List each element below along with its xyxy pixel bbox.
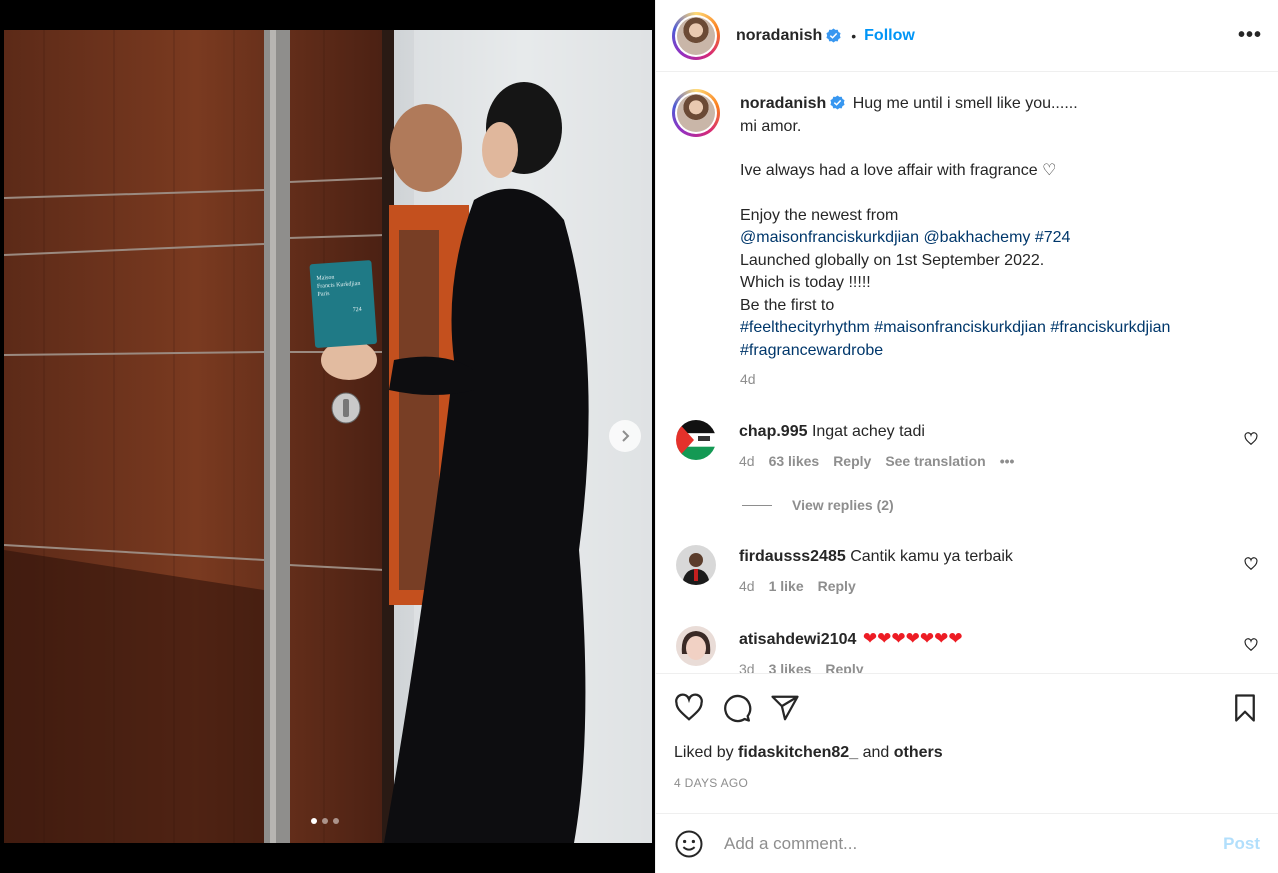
caption-username[interactable]: noradanish — [740, 95, 826, 112]
caption-verified-badge-icon — [830, 95, 845, 110]
comment-time[interactable]: 4d — [739, 453, 755, 469]
liked-by-others[interactable]: others — [894, 744, 943, 761]
more-options-button[interactable]: ••• — [1238, 24, 1262, 47]
carousel-indicator — [311, 818, 339, 824]
post-photo[interactable]: Maison Francis Kurkdjian Paris 724 — [4, 30, 652, 843]
hashtag-724[interactable]: #724 — [1035, 229, 1071, 246]
caption-line-6: Launched globally on 1st September 2022. — [740, 251, 1045, 269]
comment-time[interactable]: 4d — [739, 578, 755, 594]
person-avatar — [676, 626, 716, 666]
add-comment-bar: Post — [656, 813, 1278, 873]
hashtag-feelthecityrhythm[interactable]: #feelthecityrhythm — [740, 319, 870, 336]
post-actions: Liked by fidaskitchen82_ and others 4 DA… — [656, 673, 1278, 790]
svg-text:Paris: Paris — [317, 291, 330, 298]
caption-line-4: Enjoy the newest from — [740, 206, 899, 224]
liked-by-prefix: Liked by — [674, 744, 734, 761]
caption-line-8: Be the first to — [740, 296, 835, 314]
post-comment-button[interactable]: Post — [1223, 834, 1260, 854]
post-header: noradanish • Follow ••• — [656, 0, 1278, 72]
svg-text:724: 724 — [353, 307, 362, 314]
palestine-flag-avatar — [676, 420, 716, 460]
comment-text: Cantik kamu ya terbaik — [850, 548, 1013, 565]
mention-bakhachemy[interactable]: @bakhachemy — [923, 229, 1030, 246]
emoji-icon[interactable] — [674, 829, 704, 859]
comment-item: firdausss2485 Cantik kamu ya terbaik 4d … — [676, 545, 1266, 594]
bookmark-icon[interactable] — [1230, 693, 1260, 723]
post-caption: noradanish Hug me until i smell like you… — [656, 73, 1278, 391]
like-heart-icon[interactable] — [674, 693, 704, 723]
comment-text: Ingat achey tadi — [811, 423, 925, 440]
carousel-dot-2 — [322, 818, 328, 824]
author-avatar[interactable] — [672, 11, 720, 60]
chevron-right-icon — [622, 430, 630, 442]
hashtag-maisonfranciskurkdjian[interactable]: #maisonfranciskurkdjian — [874, 319, 1046, 336]
author-username[interactable]: noradanish — [736, 27, 822, 45]
comment-reply-button[interactable]: Reply — [818, 578, 856, 594]
comment-input[interactable] — [724, 833, 1224, 854]
comment-item: atisahdewi2104 ❤❤❤❤❤❤❤ 3d 3 likes Reply — [676, 626, 1266, 673]
liked-by-user[interactable]: fidaskitchen82_ — [738, 744, 858, 761]
comment-text: ❤❤❤❤❤❤❤ — [861, 629, 963, 648]
comment-likes[interactable]: 3 likes — [769, 661, 812, 673]
liked-by: Liked by fidaskitchen82_ and others — [674, 744, 1260, 762]
header-separator: • — [851, 27, 857, 44]
caption-line-1: Hug me until i smell like you...... — [852, 95, 1078, 112]
view-replies-label: View replies (2) — [792, 497, 894, 513]
liked-by-and: and — [862, 744, 890, 761]
comment-like-heart-icon[interactable] — [1244, 432, 1258, 446]
share-paper-plane-icon[interactable] — [770, 693, 800, 723]
comment-username[interactable]: atisahdewi2104 — [739, 631, 856, 648]
comment-avatar[interactable] — [676, 420, 716, 460]
comment-username[interactable]: chap.995 — [739, 423, 807, 440]
carousel-dot-3 — [333, 818, 339, 824]
comment-item: chap.995 Ingat achey tadi 4d 63 likes Re… — [676, 420, 1266, 469]
caption-avatar[interactable] — [672, 89, 720, 137]
comment-username[interactable]: firdausss2485 — [739, 548, 846, 565]
carousel-dot-1 — [311, 818, 317, 824]
comment-like-heart-icon[interactable] — [1244, 638, 1258, 652]
see-translation-button[interactable]: See translation — [885, 453, 985, 469]
hashtag-franciskurkdjian[interactable]: #franciskurkdjian — [1050, 319, 1170, 336]
mention-maisonfranciskurkdjian[interactable]: @maisonfranciskurkdjian — [740, 229, 919, 246]
caption-line-3: Ive always had a love affair with fragra… — [740, 162, 1057, 179]
comment-avatar[interactable] — [676, 626, 716, 666]
caption-line-2: mi amor. — [740, 117, 802, 135]
verified-badge-icon — [826, 28, 841, 43]
comment-bubble-icon[interactable] — [722, 693, 752, 723]
hearts-emoji: ❤❤❤❤❤❤❤ — [862, 629, 963, 648]
post-media: Maison Francis Kurkdjian Paris 724 — [0, 0, 655, 873]
comments-area[interactable]: noradanish Hug me until i smell like you… — [656, 73, 1278, 673]
next-photo-button[interactable] — [609, 420, 641, 452]
comment-time[interactable]: 3d — [739, 661, 755, 673]
comment-like-heart-icon[interactable] — [1244, 557, 1258, 571]
view-replies-button[interactable]: View replies (2) — [742, 497, 894, 513]
comment-likes[interactable]: 63 likes — [769, 453, 820, 469]
svg-text:Maison: Maison — [316, 275, 334, 282]
hashtag-fragrancewardrobe[interactable]: #fragrancewardrobe — [740, 340, 1260, 363]
post-date[interactable]: 4 DAYS AGO — [674, 776, 1260, 790]
follow-button[interactable]: Follow — [864, 27, 915, 45]
comment-reply-button[interactable]: Reply — [825, 661, 863, 673]
comment-likes[interactable]: 1 like — [769, 578, 804, 594]
comment-reply-button[interactable]: Reply — [833, 453, 871, 469]
caption-time[interactable]: 4d — [740, 368, 1260, 391]
comment-more-button[interactable]: ••• — [1000, 453, 1015, 469]
person-avatar — [676, 545, 716, 585]
comment-avatar[interactable] — [676, 545, 716, 585]
caption-line-7: Which is today !!!!! — [740, 274, 871, 291]
post-panel: noradanish • Follow ••• noradanish Hug m… — [655, 0, 1278, 873]
